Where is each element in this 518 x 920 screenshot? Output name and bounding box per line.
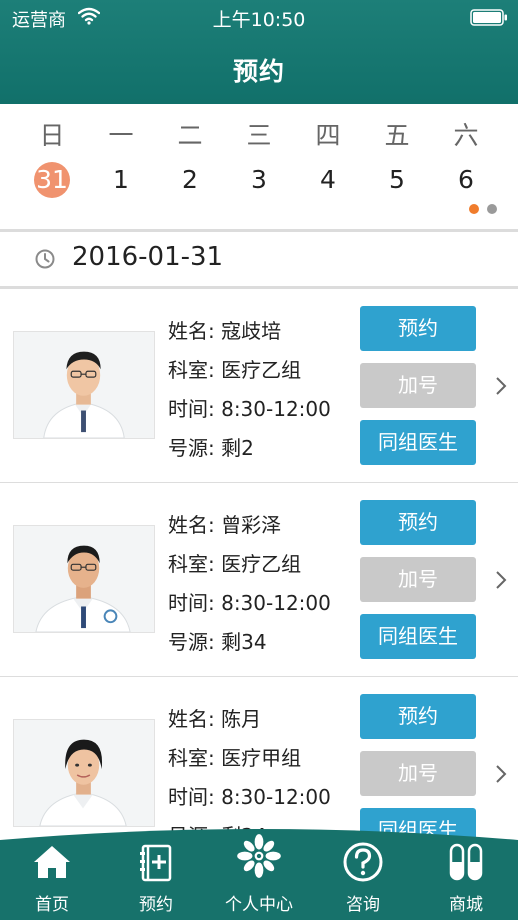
- weekday-label: 五: [384, 121, 410, 150]
- weekday-label: 六: [453, 121, 479, 150]
- day-number: 3: [251, 165, 267, 194]
- add-slot-button[interactable]: 加号: [360, 363, 476, 408]
- chevron-right-icon[interactable]: [494, 569, 508, 591]
- day-number: 4: [320, 165, 336, 194]
- day-number: 31: [36, 165, 68, 194]
- selected-date-row: 2016-01-31: [0, 232, 518, 286]
- doctor-name: 姓名: 寇歧培: [168, 319, 282, 343]
- home-icon: [34, 846, 70, 878]
- status-bar: 运营商 上午10:50: [0, 0, 518, 34]
- doctor-remaining-slots: 号源: 剩34: [168, 630, 267, 654]
- pills-icon: [449, 843, 483, 881]
- screen: 运营商 上午10:50 预约 日 31 一 1 二 2 三 3 四 4 五 5 …: [0, 0, 518, 920]
- chevron-right-icon[interactable]: [494, 375, 508, 397]
- tab-home[interactable]: 首页: [0, 826, 104, 920]
- book-button[interactable]: 预约: [360, 500, 476, 545]
- doctor-photo: [13, 719, 155, 827]
- day-number: 6: [458, 165, 474, 194]
- status-time: 上午10:50: [212, 9, 306, 31]
- battery-icon: [470, 9, 507, 26]
- book-button[interactable]: 预约: [360, 306, 476, 351]
- chevron-right-icon[interactable]: [494, 763, 508, 785]
- add-slot-button[interactable]: 加号: [360, 751, 476, 796]
- tab-label: 咨询: [346, 895, 380, 915]
- week-calendar: 日 31 一 1 二 2 三 3 四 4 五 5 六 6: [0, 104, 518, 230]
- add-slot-button[interactable]: 加号: [360, 557, 476, 602]
- tab-label: 个人中心: [225, 895, 293, 915]
- doctor-name: 姓名: 曾彩泽: [168, 513, 282, 537]
- day-number: 1: [113, 165, 129, 194]
- doctor-list: 姓名: 寇歧培 科室: 医疗乙组 时间: 8:30-12:00 号源: 剩2 预…: [0, 289, 518, 871]
- weekday-label: 一: [108, 121, 134, 150]
- doctor-photo: [13, 525, 155, 633]
- selected-date: 2016-01-31: [72, 242, 224, 272]
- doctor-row[interactable]: 姓名: 寇歧培 科室: 医疗乙组 时间: 8:30-12:00 号源: 剩2 预…: [0, 289, 518, 483]
- weekday-label: 日: [39, 121, 65, 150]
- tab-mall[interactable]: 商城: [414, 826, 518, 920]
- weekday-label: 三: [246, 121, 272, 150]
- tab-label: 首页: [35, 895, 69, 915]
- tab-consult[interactable]: 咨询: [311, 826, 415, 920]
- header: 运营商 上午10:50 预约: [0, 0, 518, 104]
- doctor-remaining-slots: 号源: 剩2: [168, 436, 254, 460]
- clock-icon: [35, 249, 55, 269]
- doctor-department: 科室: 医疗甲组: [168, 746, 302, 770]
- page-indicator-dot-active[interactable]: [469, 204, 479, 214]
- flower-logo-icon: [237, 834, 281, 878]
- day-number: 2: [182, 165, 198, 194]
- doctor-photo: [13, 331, 155, 439]
- question-icon: [343, 842, 383, 882]
- book-button[interactable]: 预约: [360, 694, 476, 739]
- doctor-time: 时间: 8:30-12:00: [168, 591, 331, 615]
- tab-label: 预约: [139, 895, 173, 915]
- weekday-label: 四: [315, 121, 341, 150]
- page-indicator-dot[interactable]: [487, 204, 497, 214]
- tab-label: 商城: [449, 895, 483, 915]
- page-title: 预约: [232, 57, 285, 86]
- doctor-row[interactable]: 姓名: 曾彩泽 科室: 医疗乙组 时间: 8:30-12:00 号源: 剩34 …: [0, 483, 518, 677]
- doctor-department: 科室: 医疗乙组: [168, 552, 302, 576]
- doctor-time: 时间: 8:30-12:00: [168, 785, 331, 809]
- doctor-department: 科室: 医疗乙组: [168, 358, 302, 382]
- tab-appointment[interactable]: 预约: [104, 826, 208, 920]
- weekday-label: 二: [177, 121, 203, 150]
- bottom-tab-bar: 首页 预约 个人中心 咨询 商城: [0, 826, 518, 920]
- appointment-book-icon: [140, 844, 172, 882]
- doctor-name: 姓名: 陈月: [168, 707, 262, 731]
- doctor-time: 时间: 8:30-12:00: [168, 397, 331, 421]
- group-doctors-button[interactable]: 同组医生: [360, 420, 476, 465]
- day-number: 5: [389, 165, 405, 194]
- group-doctors-button[interactable]: 同组医生: [360, 614, 476, 659]
- tab-profile[interactable]: 个人中心: [207, 826, 311, 920]
